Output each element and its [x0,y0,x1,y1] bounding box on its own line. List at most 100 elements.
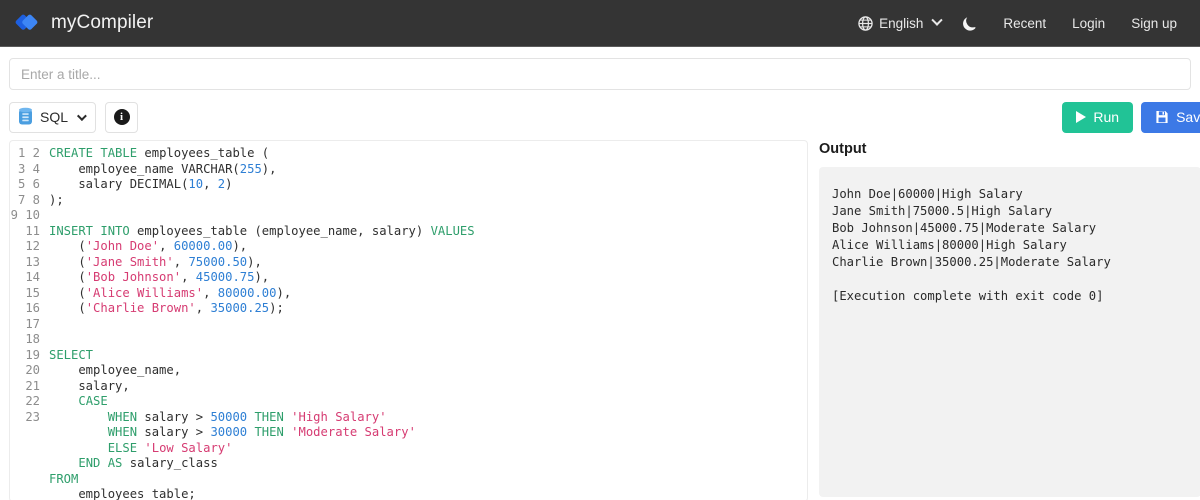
code-token: salary > [137,410,210,424]
code-token: WHEN [108,425,137,439]
code-token: 10 [188,177,203,191]
info-button[interactable]: i [105,102,138,133]
code-token: ), [247,255,262,269]
code-token: , [203,286,218,300]
code-token: ( [49,286,86,300]
diamond-logo-icon [14,10,40,36]
code-token [49,410,108,424]
signup-label: Sign up [1131,16,1177,31]
language-dropdown-button[interactable]: SQL [9,102,96,133]
code-token: 75000.50 [188,255,247,269]
save-label: Save [1176,109,1200,125]
code-token: ( [49,301,86,315]
brand[interactable]: myCompiler [14,10,153,36]
code-token: ); [269,301,284,315]
code-token: THEN [254,410,283,424]
code-token: ) [225,177,232,191]
code-token: salary > [137,425,210,439]
moon-icon [962,15,977,32]
recent-label: Recent [1003,16,1046,31]
code-token: CASE [78,394,107,408]
code-token: 45000.75 [196,270,255,284]
code-token: VALUES [431,224,475,238]
code-area: 1 2 3 4 5 6 7 8 9 10 11 12 13 14 15 16 1… [10,141,807,500]
output-content: John Doe|60000|High Salary Jane Smith|75… [819,167,1200,497]
code-token: WHEN [108,410,137,424]
code-content[interactable]: CREATE TABLE employees_table ( employee_… [40,146,475,500]
language-selector[interactable]: English [845,0,949,46]
code-token: employees_table (employee_name, salary) [130,224,431,238]
theme-toggle[interactable] [949,0,990,46]
globe-icon [858,16,873,31]
code-token: salary, [49,379,130,393]
database-icon [18,107,33,127]
code-token: employees_table; [49,487,196,500]
code-token: 'High Salary' [291,410,386,424]
code-token: employees_table ( [137,146,269,160]
run-label: Run [1093,109,1119,125]
code-token: ); [49,193,64,207]
code-token: salary_class [122,456,217,470]
language-label: English [879,16,923,31]
code-token: 'Alice Williams' [86,286,203,300]
code-token: 80000.00 [218,286,277,300]
output-title: Output [819,141,1200,157]
code-token: employee_name, [49,363,181,377]
code-token: , [159,239,174,253]
code-token: INSERT INTO [49,224,130,238]
header-nav: English Recent Login Sign up [845,0,1190,46]
code-token: , [174,255,189,269]
play-icon [1076,111,1086,123]
code-token: ( [49,239,86,253]
info-icon: i [114,109,130,125]
app-header: myCompiler English [0,0,1200,47]
code-token: CREATE TABLE [49,146,137,160]
code-editor-panel[interactable]: 1 2 3 4 5 6 7 8 9 10 11 12 13 14 15 16 1… [9,140,808,500]
toolbar-actions: Run Save [1062,102,1200,133]
selected-language-label: SQL [40,109,68,125]
title-row [0,47,1200,90]
code-token: , [181,270,196,284]
code-token: ( [49,270,86,284]
code-token: ELSE [108,441,137,455]
code-token: SELECT [49,348,93,362]
code-token: 'John Doe' [86,239,159,253]
code-token: 30000 [210,425,247,439]
signup-link[interactable]: Sign up [1118,0,1190,46]
code-token: ), [232,239,247,253]
code-token: FROM [49,472,78,486]
code-token: THEN [254,425,283,439]
code-token: 255 [240,162,262,176]
code-token: 'Charlie Brown' [86,301,196,315]
code-token: , [203,177,218,191]
code-token: ), [262,162,277,176]
code-token: ), [254,270,269,284]
login-link[interactable]: Login [1059,0,1118,46]
chevron-down-icon [77,111,87,121]
title-input[interactable] [9,58,1191,90]
line-number-gutter: 1 2 3 4 5 6 7 8 9 10 11 12 13 14 15 16 1… [10,146,40,500]
code-token: END AS [78,456,122,470]
recent-link[interactable]: Recent [990,0,1059,46]
output-panel: Output John Doe|60000|High Salary Jane S… [808,140,1200,500]
code-token: 60000.00 [174,239,233,253]
code-token: employee_name VARCHAR( [49,162,240,176]
code-token: ( [49,255,86,269]
code-token: 'Moderate Salary' [291,425,416,439]
code-token: 35000.25 [210,301,269,315]
floppy-disk-icon [1155,110,1169,124]
code-token: 'Low Salary' [144,441,232,455]
run-button[interactable]: Run [1062,102,1133,133]
save-button[interactable]: Save [1141,102,1200,133]
code-token: , [196,301,211,315]
brand-name: myCompiler [51,12,153,34]
code-token: salary DECIMAL( [49,177,188,191]
editor-toolbar: SQL i Run Save [0,90,1200,134]
code-token: 'Jane Smith' [86,255,174,269]
code-token [49,425,108,439]
code-token: ), [276,286,291,300]
code-token [49,456,78,470]
chevron-down-icon [932,15,943,26]
main-split: 1 2 3 4 5 6 7 8 9 10 11 12 13 14 15 16 1… [0,134,1200,500]
code-token: 50000 [210,410,247,424]
